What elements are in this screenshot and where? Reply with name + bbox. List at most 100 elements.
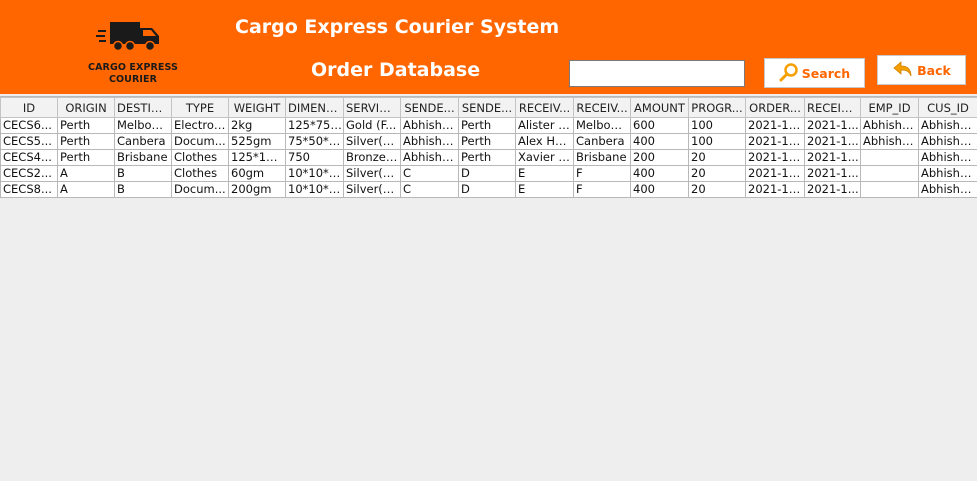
- table-row[interactable]: CECS6...PerthMelbour...Electron...2kg125…: [1, 118, 977, 134]
- table-cell[interactable]: 2021-1...: [805, 166, 861, 182]
- table-cell[interactable]: E: [516, 166, 574, 182]
- table-cell[interactable]: 60gm: [229, 166, 286, 182]
- table-cell[interactable]: Alex Hal...: [516, 134, 574, 150]
- table-cell[interactable]: Canbera: [574, 134, 631, 150]
- column-header[interactable]: SERVIC...: [344, 98, 401, 118]
- table-cell[interactable]: Perth: [58, 134, 115, 150]
- table-cell[interactable]: Perth: [58, 150, 115, 166]
- table-cell[interactable]: 20: [689, 166, 746, 182]
- table-cell[interactable]: 20: [689, 150, 746, 166]
- table-cell[interactable]: Docum...: [172, 134, 229, 150]
- table-cell[interactable]: B: [115, 182, 172, 198]
- table-body[interactable]: CECS6...PerthMelbour...Electron...2kg125…: [1, 118, 977, 198]
- table-cell[interactable]: Abhishe...: [401, 134, 459, 150]
- column-header[interactable]: AMOUNT: [631, 98, 689, 118]
- table-cell[interactable]: Abhishe...: [919, 182, 977, 198]
- table-cell[interactable]: Clothes: [172, 150, 229, 166]
- table-cell[interactable]: [861, 182, 919, 198]
- table-cell[interactable]: Abhishe...: [919, 118, 977, 134]
- table-cell[interactable]: 10*10*10: [286, 166, 344, 182]
- column-header[interactable]: DESTIN...: [115, 98, 172, 118]
- table-cell[interactable]: Canbera: [115, 134, 172, 150]
- table-cell[interactable]: Bronze(...: [344, 150, 401, 166]
- table-cell[interactable]: 400: [631, 182, 689, 198]
- table-cell[interactable]: Melbour...: [115, 118, 172, 134]
- table-cell[interactable]: 20: [689, 182, 746, 198]
- table-cell[interactable]: 125*75*...: [286, 118, 344, 134]
- table-cell[interactable]: 600: [631, 118, 689, 134]
- column-header[interactable]: RECEIV...: [516, 98, 574, 118]
- table-cell[interactable]: 100: [689, 134, 746, 150]
- column-header[interactable]: ORDER...: [746, 98, 805, 118]
- table-cell[interactable]: [861, 150, 919, 166]
- table-cell[interactable]: Perth: [459, 134, 516, 150]
- table-cell[interactable]: 2021-11...: [746, 150, 805, 166]
- table-cell[interactable]: Xavier S...: [516, 150, 574, 166]
- table-cell[interactable]: 400: [631, 134, 689, 150]
- table-cell[interactable]: B: [115, 166, 172, 182]
- table-cell[interactable]: Abhishe...: [861, 134, 919, 150]
- table-cell[interactable]: 2021-11...: [746, 166, 805, 182]
- table-cell[interactable]: CECS8...: [1, 182, 58, 198]
- table-row[interactable]: CECS4...PerthBrisbaneClothes125*10...750…: [1, 150, 977, 166]
- table-cell[interactable]: Clothes: [172, 166, 229, 182]
- order-table-panel[interactable]: IDORIGINDESTIN...TYPEWEIGHTDIMENS...SERV…: [0, 96, 977, 481]
- table-cell[interactable]: Alister C...: [516, 118, 574, 134]
- table-cell[interactable]: 2021-1...: [805, 118, 861, 134]
- table-cell[interactable]: 750: [286, 150, 344, 166]
- column-header[interactable]: CUS_ID: [919, 98, 977, 118]
- table-cell[interactable]: F: [574, 182, 631, 198]
- table-cell[interactable]: 2021-11...: [746, 118, 805, 134]
- table-cell[interactable]: D: [459, 166, 516, 182]
- column-header[interactable]: ORIGIN: [58, 98, 115, 118]
- table-cell[interactable]: Perth: [459, 150, 516, 166]
- table-cell[interactable]: 10*10*10: [286, 182, 344, 198]
- table-cell[interactable]: 125*10...: [229, 150, 286, 166]
- table-row[interactable]: CECS5...PerthCanberaDocum...525gm75*50*1…: [1, 134, 977, 150]
- table-cell[interactable]: [861, 166, 919, 182]
- column-header[interactable]: DIMENS...: [286, 98, 344, 118]
- table-cell[interactable]: C: [401, 182, 459, 198]
- table-cell[interactable]: 75*50*10: [286, 134, 344, 150]
- table-cell[interactable]: CECS2...: [1, 166, 58, 182]
- table-cell[interactable]: Perth: [459, 118, 516, 134]
- table-row[interactable]: CECS8...ABDocum...200gm10*10*10Silver(M.…: [1, 182, 977, 198]
- table-cell[interactable]: Brisbane: [115, 150, 172, 166]
- table-cell[interactable]: Silver(M...: [344, 182, 401, 198]
- column-header[interactable]: SENDE...: [459, 98, 516, 118]
- table-cell[interactable]: 2kg: [229, 118, 286, 134]
- table-cell[interactable]: A: [58, 166, 115, 182]
- table-cell[interactable]: Abhishe...: [919, 134, 977, 150]
- table-cell[interactable]: A: [58, 182, 115, 198]
- table-cell[interactable]: Abhishe...: [401, 150, 459, 166]
- table-cell[interactable]: 2021-1...: [805, 182, 861, 198]
- table-cell[interactable]: 525gm: [229, 134, 286, 150]
- table-cell[interactable]: F: [574, 166, 631, 182]
- table-cell[interactable]: Abhishe...: [919, 150, 977, 166]
- table-cell[interactable]: Gold (F...: [344, 118, 401, 134]
- table-cell[interactable]: 2021-11...: [746, 134, 805, 150]
- back-button[interactable]: Back: [877, 55, 966, 85]
- column-header[interactable]: SENDE...: [401, 98, 459, 118]
- column-header[interactable]: ID: [1, 98, 58, 118]
- search-button[interactable]: Search: [764, 58, 865, 88]
- table-cell[interactable]: CECS6...: [1, 118, 58, 134]
- column-header[interactable]: WEIGHT: [229, 98, 286, 118]
- table-cell[interactable]: Abhishe...: [919, 166, 977, 182]
- table-cell[interactable]: CECS4...: [1, 150, 58, 166]
- table-cell[interactable]: 200gm: [229, 182, 286, 198]
- table-cell[interactable]: 400: [631, 166, 689, 182]
- table-cell[interactable]: Docum...: [172, 182, 229, 198]
- table-cell[interactable]: CECS5...: [1, 134, 58, 150]
- search-input[interactable]: [569, 60, 745, 87]
- table-cell[interactable]: Melbour...: [574, 118, 631, 134]
- column-header[interactable]: TYPE: [172, 98, 229, 118]
- table-cell[interactable]: C: [401, 166, 459, 182]
- column-header[interactable]: PROGR...: [689, 98, 746, 118]
- table-cell[interactable]: Silver(M...: [344, 134, 401, 150]
- table-cell[interactable]: Brisbane: [574, 150, 631, 166]
- table-cell[interactable]: 2021-1...: [805, 134, 861, 150]
- table-cell[interactable]: 200: [631, 150, 689, 166]
- table-cell[interactable]: 2021-12...: [746, 182, 805, 198]
- table-cell[interactable]: Perth: [58, 118, 115, 134]
